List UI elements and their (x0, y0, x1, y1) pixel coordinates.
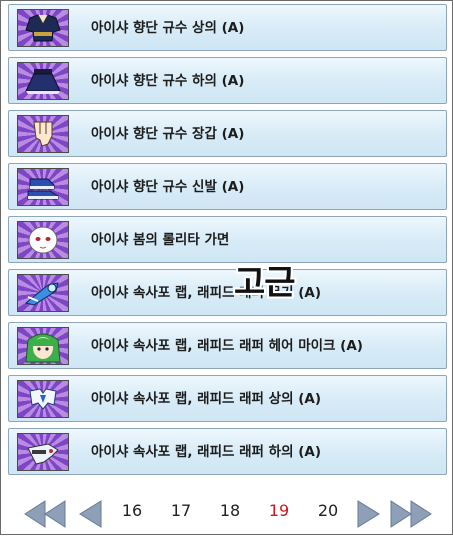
item-label: 아이샤 속사포 랩, 래피드 래퍼 헤어 마이크 (A) (91, 338, 363, 354)
hair-icon (17, 327, 69, 365)
overlay-text: 고근 (234, 263, 296, 303)
list-item[interactable]: 아이샤 향단 규수 상의 (A) (8, 4, 447, 51)
list-item[interactable]: 아이샤 속사포 랩, 래피드 래퍼 하의 (A) (8, 428, 447, 475)
bottom-icon (17, 433, 69, 471)
page-17[interactable]: 17 (166, 501, 196, 520)
prev-page-icon[interactable] (77, 499, 103, 529)
item-label: 아이샤 봄의 롤리타 가면 (91, 232, 230, 248)
list-item[interactable]: 아이샤 속사포 랩, 래피드 래퍼 무기 (A) (8, 269, 447, 316)
blouse-icon (17, 9, 69, 47)
list-item[interactable]: 아이샤 속사포 랩, 래피드 래퍼 상의 (A) (8, 375, 447, 422)
next-page-icon[interactable] (356, 499, 382, 529)
top-icon (17, 380, 69, 418)
list-item[interactable]: 아이샤 향단 규수 신발 (A) (8, 163, 447, 210)
page-19-current[interactable]: 19 (264, 501, 294, 520)
item-label: 아이샤 향단 규수 장갑 (A) (91, 126, 245, 142)
item-list-window: 아이샤 향단 규수 상의 (A) 아이샤 향단 규수 하의 (A) 아이샤 향단… (0, 0, 453, 535)
shoes-icon (17, 168, 69, 206)
first-page-icon[interactable] (23, 499, 67, 529)
list-item[interactable]: 아이샤 향단 규수 장갑 (A) (8, 110, 447, 157)
item-label: 아이샤 향단 규수 상의 (A) (91, 20, 245, 36)
last-page-icon[interactable] (389, 499, 433, 529)
item-label: 아이샤 향단 규수 하의 (A) (91, 73, 245, 89)
list-item[interactable]: 아이샤 봄의 롤리타 가면 (8, 216, 447, 263)
list-item[interactable]: 아이샤 속사포 랩, 래피드 래퍼 헤어 마이크 (A) (8, 322, 447, 369)
mask-icon (17, 221, 69, 259)
pagination: 16 17 18 19 20 (1, 491, 453, 536)
item-label: 아이샤 속사포 랩, 래피드 래퍼 하의 (A) (91, 444, 321, 460)
glove-icon (17, 115, 69, 153)
page-16[interactable]: 16 (117, 501, 147, 520)
weapon-icon (17, 274, 69, 312)
item-label: 아이샤 속사포 랩, 래피드 래퍼 상의 (A) (91, 391, 321, 407)
list-item[interactable]: 아이샤 향단 규수 하의 (A) (8, 57, 447, 104)
page-20[interactable]: 20 (313, 501, 343, 520)
item-label: 아이샤 향단 규수 신발 (A) (91, 179, 245, 195)
item-list: 아이샤 향단 규수 상의 (A) 아이샤 향단 규수 하의 (A) 아이샤 향단… (8, 4, 447, 481)
skirt-icon (17, 62, 69, 100)
page-18[interactable]: 18 (215, 501, 245, 520)
